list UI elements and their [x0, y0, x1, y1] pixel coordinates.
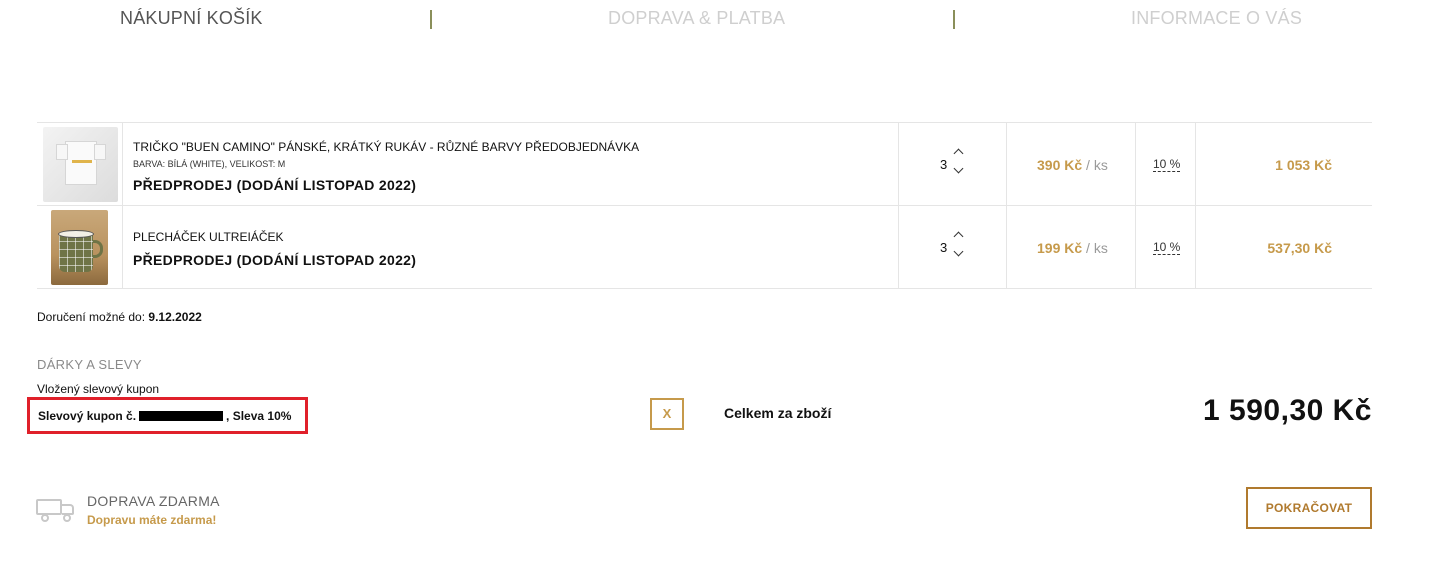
discount-cell: 10 %	[1136, 206, 1196, 288]
product-info: TRIČKO "BUEN CAMINO" PÁNSKÉ, KRÁTKÝ RUKÁ…	[123, 123, 899, 205]
coupon-prefix: Slevový kupon č.	[38, 409, 137, 423]
unit-price-cell: 390 Kč / ks	[1007, 123, 1136, 205]
quantity-value[interactable]: 3	[940, 240, 947, 255]
applied-coupon: Slevový kupon č. , Sleva 10%	[27, 397, 308, 434]
discount-badge[interactable]: 10 %	[1153, 240, 1181, 255]
step-customer-info[interactable]: INFORMACE O VÁS	[1131, 8, 1302, 29]
gifts-section-title: DÁRKY A SLEVY	[37, 357, 142, 372]
redacted-coupon-code	[139, 411, 224, 421]
line-total: 1 053 Kč	[1275, 157, 1332, 173]
cart-row: PLECHÁČEK ULTREIÁČEK PŘEDPRODEJ (DODÁNÍ …	[37, 206, 1372, 289]
price-unit: / ks	[1086, 157, 1108, 173]
quantity-stepper: 3	[899, 206, 1007, 288]
step-shipping-payment[interactable]: DOPRAVA & PLATBA	[608, 8, 785, 29]
coupon-label: Vložený slevový kupon	[37, 382, 160, 396]
presale-note: PŘEDPRODEJ (DODÁNÍ LISTOPAD 2022)	[133, 177, 417, 193]
mug-thumbnail-icon[interactable]	[51, 210, 108, 285]
coupon-suffix: , Sleva 10%	[226, 409, 292, 423]
delivery-date-value: 9.12.2022	[148, 310, 202, 324]
quantity-stepper: 3	[899, 123, 1007, 205]
unit-price: 390 Kč	[1037, 157, 1083, 173]
tshirt-thumbnail-icon[interactable]	[43, 127, 118, 202]
remove-coupon-button[interactable]: X	[650, 398, 684, 430]
chevron-up-icon[interactable]	[952, 230, 966, 242]
checkout-steps: NÁKUPNÍ KOŠÍK DOPRAVA & PLATBA INFORMACE…	[0, 0, 1435, 40]
chevron-up-icon[interactable]	[952, 147, 966, 159]
discount-cell: 10 %	[1136, 123, 1196, 205]
continue-button[interactable]: POKRAČOVAT	[1246, 487, 1372, 529]
quantity-value[interactable]: 3	[940, 157, 947, 172]
unit-price: 199 Kč	[1037, 240, 1083, 256]
line-total-cell: 537,30 Kč	[1196, 206, 1372, 288]
delivery-label: Doručení možné do:	[37, 310, 146, 324]
delivery-date: Doručení možné do: 9.12.2022	[37, 310, 202, 324]
cart-table: TRIČKO "BUEN CAMINO" PÁNSKÉ, KRÁTKÝ RUKÁ…	[37, 122, 1372, 289]
free-shipping-title: DOPRAVA ZDARMA	[87, 493, 220, 509]
chevron-down-icon[interactable]	[952, 246, 966, 259]
product-name[interactable]: PLECHÁČEK ULTREIÁČEK	[133, 230, 284, 244]
chevron-down-icon[interactable]	[952, 163, 966, 176]
step-separator	[430, 10, 432, 29]
cart-row: TRIČKO "BUEN CAMINO" PÁNSKÉ, KRÁTKÝ RUKÁ…	[37, 123, 1372, 206]
free-shipping-note: Dopravu máte zdarma!	[87, 513, 217, 527]
goods-total-value: 1 590,30 Kč	[1203, 394, 1372, 427]
discount-badge[interactable]: 10 %	[1153, 157, 1181, 172]
product-name[interactable]: TRIČKO "BUEN CAMINO" PÁNSKÉ, KRÁTKÝ RUKÁ…	[133, 140, 639, 154]
line-total-cell: 1 053 Kč	[1196, 123, 1372, 205]
step-cart[interactable]: NÁKUPNÍ KOŠÍK	[120, 8, 263, 29]
product-variant: BARVA: BÍLÁ (WHITE), VELIKOST: M	[133, 159, 286, 169]
line-total: 537,30 Kč	[1267, 240, 1332, 256]
unit-price-cell: 199 Kč / ks	[1007, 206, 1136, 288]
product-image-cell	[37, 123, 123, 205]
truck-icon	[36, 497, 76, 523]
product-image-cell	[37, 206, 123, 288]
product-info: PLECHÁČEK ULTREIÁČEK PŘEDPRODEJ (DODÁNÍ …	[123, 206, 899, 288]
price-unit: / ks	[1086, 240, 1108, 256]
step-separator	[953, 10, 955, 29]
goods-total-label: Celkem za zboží	[724, 405, 832, 421]
presale-note: PŘEDPRODEJ (DODÁNÍ LISTOPAD 2022)	[133, 252, 417, 268]
